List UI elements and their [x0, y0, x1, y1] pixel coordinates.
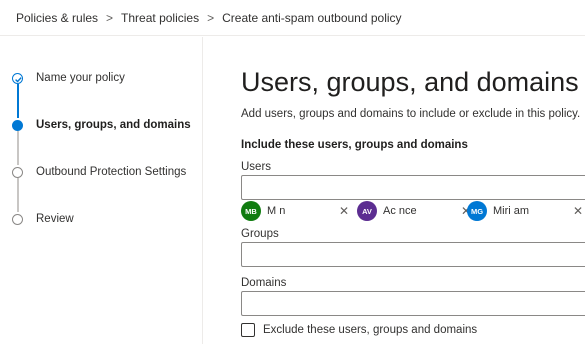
- avatar: AV: [357, 201, 377, 221]
- groups-input[interactable]: [241, 242, 585, 267]
- exclude-checkbox-label: Exclude these users, groups and domains: [263, 324, 478, 336]
- users-label: Users: [241, 161, 272, 173]
- breadcrumb-threat-policies[interactable]: Threat policies: [121, 11, 199, 25]
- wizard-step-name-policy[interactable]: Name your policy: [12, 68, 125, 88]
- chevron-right-icon: >: [106, 10, 114, 25]
- check-icon: [12, 72, 23, 84]
- breadcrumb-policies-rules[interactable]: Policies & rules: [16, 11, 98, 25]
- section-heading: Include these users, groups and domains: [241, 139, 468, 151]
- step-label: Users, groups, and domains: [36, 119, 191, 131]
- wizard-step-outbound-protection[interactable]: Outbound Protection Settings: [12, 162, 186, 182]
- wizard-steps: Name your policy Users, groups, and doma…: [0, 37, 203, 344]
- user-chip: MG Miri am ✕: [467, 200, 583, 222]
- close-icon[interactable]: ✕: [339, 204, 349, 218]
- step-label: Outbound Protection Settings: [36, 166, 187, 178]
- step-label: Name your policy: [36, 72, 125, 84]
- main-panel: Users, groups, and domains Add users, gr…: [241, 37, 585, 344]
- wizard-step-users-groups-domains[interactable]: Users, groups, and domains: [12, 115, 191, 135]
- user-chip-name: Ac nce: [383, 205, 417, 217]
- exclude-option[interactable]: Exclude these users, groups and domains: [241, 323, 477, 337]
- breadcrumb: Policies & rules > Threat policies > Cre…: [0, 0, 585, 36]
- current-step-icon: [12, 119, 23, 131]
- user-chip: AV Ac nce ✕: [357, 200, 471, 222]
- close-icon[interactable]: ✕: [573, 204, 583, 218]
- page-title: Users, groups, and domains: [241, 67, 579, 97]
- avatar: MG: [467, 201, 487, 221]
- groups-label: Groups: [241, 228, 279, 240]
- exclude-checkbox[interactable]: [241, 323, 255, 337]
- avatar: MB: [241, 201, 261, 221]
- pending-step-icon: [12, 213, 23, 225]
- page-description: Add users, groups and domains to include…: [241, 108, 581, 120]
- step-connector: [17, 178, 19, 212]
- selected-users: MB M n ✕ AV Ac nce ✕ MG Miri am ✕: [241, 200, 585, 222]
- wizard-step-review[interactable]: Review: [12, 209, 74, 229]
- user-chip: MB M n ✕: [241, 200, 349, 222]
- user-chip-name: Miri am: [493, 205, 530, 217]
- step-connector: [17, 131, 19, 165]
- domains-input[interactable]: [241, 291, 585, 316]
- domains-label: Domains: [241, 277, 287, 289]
- chevron-right-icon: >: [207, 10, 215, 25]
- user-chip-name: M n: [267, 205, 286, 217]
- step-label: Review: [36, 213, 74, 225]
- users-input[interactable]: [241, 175, 585, 200]
- step-connector: [17, 84, 19, 118]
- breadcrumb-current-page: Create anti-spam outbound policy: [222, 10, 402, 25]
- pending-step-icon: [12, 166, 23, 178]
